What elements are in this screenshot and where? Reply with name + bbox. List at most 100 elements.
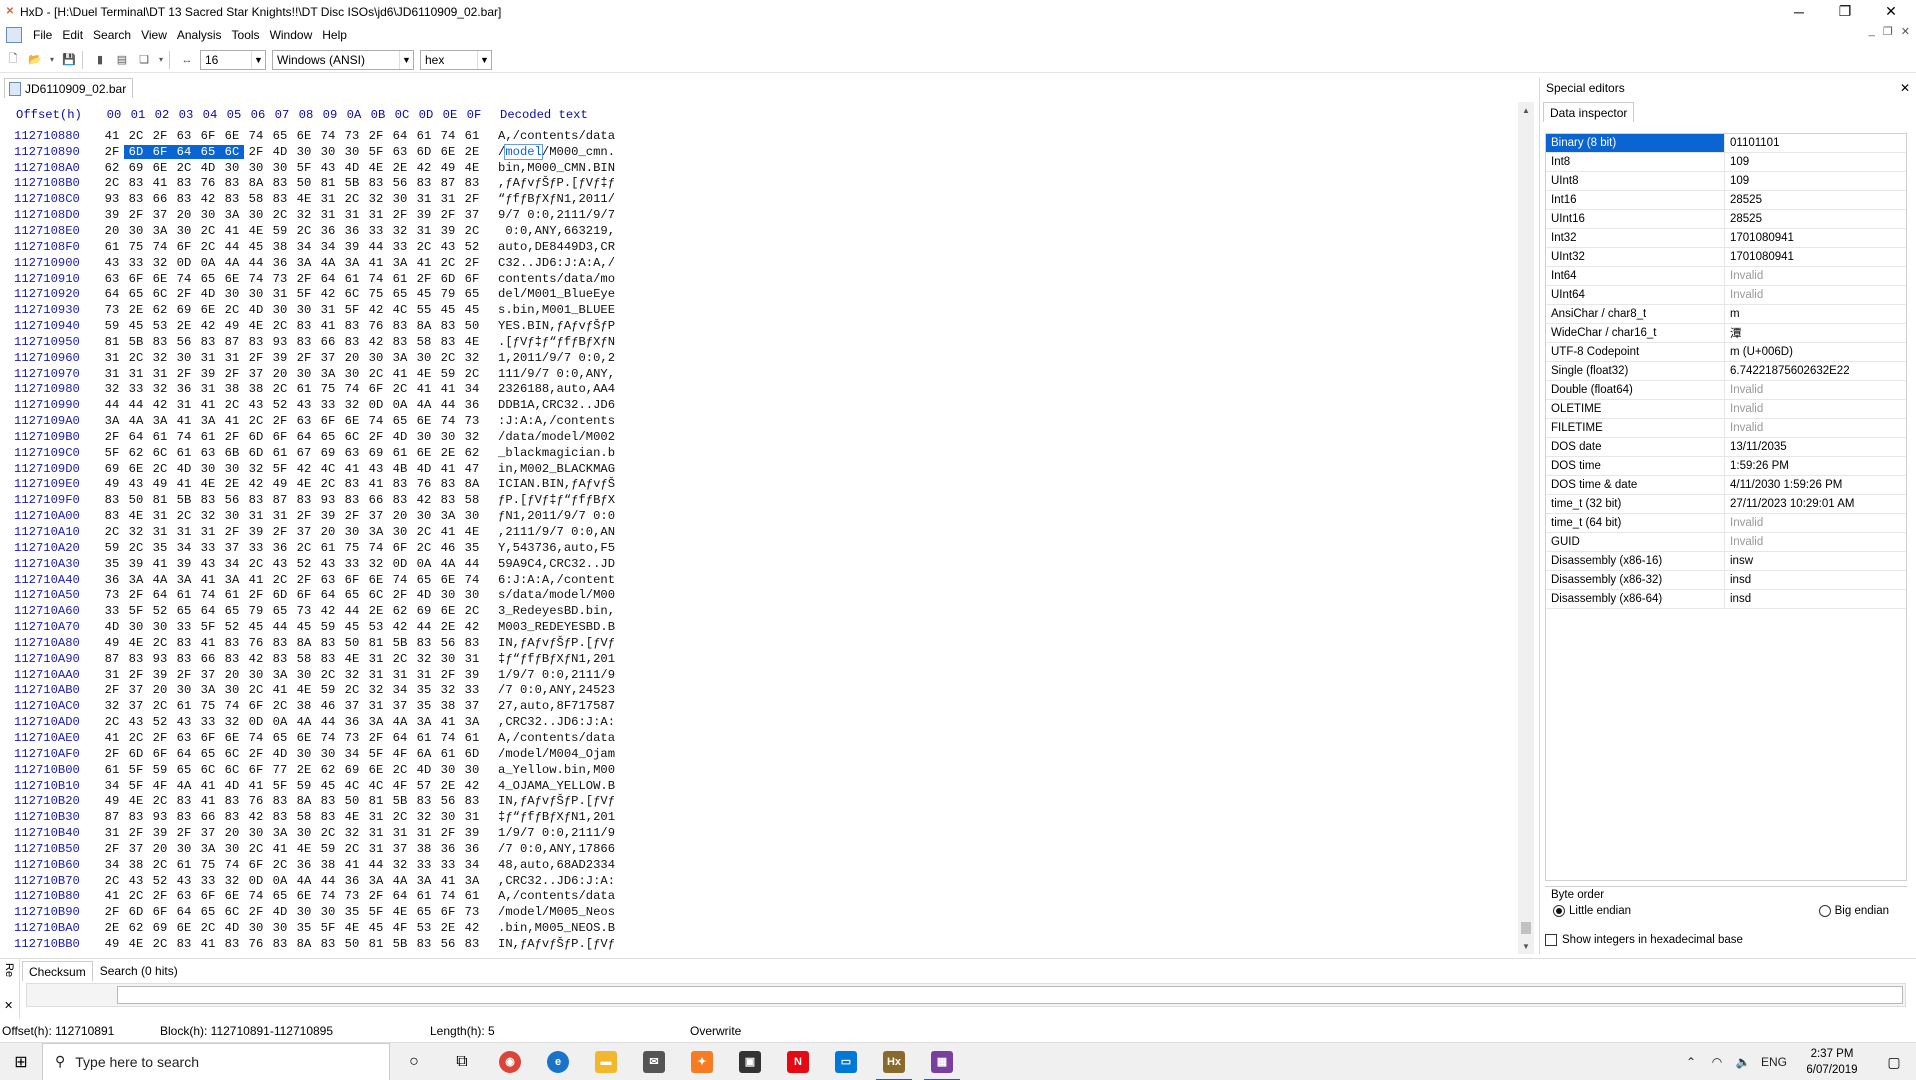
hex-byte[interactable]: 36 [460, 398, 484, 412]
hex-byte[interactable]: 2C [460, 604, 484, 618]
hex-byte[interactable]: 65 [412, 573, 436, 587]
hex-byte[interactable]: 49 [148, 477, 172, 491]
inspector-value[interactable]: 28525 [1725, 191, 1906, 209]
hex-byte[interactable]: 63 [316, 573, 340, 587]
hex-byte[interactable]: 6F [340, 573, 364, 587]
hex-byte[interactable]: 3A [100, 414, 124, 428]
hex-byte[interactable]: 4A [412, 398, 436, 412]
hex-byte[interactable]: 6E [220, 272, 244, 286]
hex-byte[interactable]: 69 [148, 921, 172, 935]
hex-byte[interactable]: 33 [196, 541, 220, 555]
hex-byte[interactable]: 76 [364, 319, 388, 333]
hex-byte[interactable]: 30 [292, 367, 316, 381]
offset-base-select[interactable]: hex ▼ [420, 49, 492, 70]
hex-byte[interactable]: 31 [460, 810, 484, 824]
hex-byte[interactable]: 83 [316, 794, 340, 808]
hex-byte[interactable]: 37 [244, 367, 268, 381]
hex-byte[interactable]: 74 [436, 889, 460, 903]
hex-byte[interactable]: 37 [364, 509, 388, 523]
hex-byte[interactable]: 36 [460, 842, 484, 856]
hex-byte[interactable]: 41 [196, 937, 220, 951]
hex-byte[interactable]: 30 [196, 462, 220, 476]
hex-byte[interactable]: 61 [172, 699, 196, 713]
hex-byte[interactable]: 2C [292, 541, 316, 555]
inspector-row[interactable]: UInt16 28525 [1546, 210, 1906, 229]
hex-byte[interactable]: 6C [196, 763, 220, 777]
hex-byte[interactable]: 37 [124, 842, 148, 856]
hex-byte[interactable]: 75 [340, 541, 364, 555]
hex-byte[interactable]: 2F [364, 430, 388, 444]
hex-byte[interactable]: 83 [316, 652, 340, 666]
minimize-button[interactable]: ─ [1776, 0, 1822, 23]
hex-byte[interactable]: 83 [196, 493, 220, 507]
ram-icon[interactable]: ▮ [91, 51, 109, 69]
hex-byte[interactable]: 3A [388, 256, 412, 270]
hex-byte[interactable]: 52 [220, 620, 244, 634]
hex-byte[interactable]: 83 [268, 652, 292, 666]
hex-byte[interactable]: 30 [220, 509, 244, 523]
hex-byte[interactable]: 83 [268, 794, 292, 808]
hex-byte[interactable]: 63 [340, 446, 364, 460]
hex-byte[interactable]: 62 [316, 763, 340, 777]
hex-byte[interactable]: 4E [412, 367, 436, 381]
hex-byte[interactable]: 3A [364, 874, 388, 888]
inspector-value[interactable]: m [1725, 305, 1906, 323]
hex-byte[interactable]: 2F [292, 509, 316, 523]
hex-byte[interactable]: 4E [124, 636, 148, 650]
hex-byte[interactable]: 73 [460, 414, 484, 428]
hex-byte[interactable]: 2C [100, 874, 124, 888]
inspector-value[interactable]: insw [1725, 552, 1906, 570]
hex-byte[interactable]: 65 [268, 731, 292, 745]
hex-byte[interactable]: 30 [412, 351, 436, 365]
hex-byte[interactable]: 61 [220, 588, 244, 602]
hex-byte[interactable]: 6D [124, 905, 148, 919]
hex-byte[interactable]: 43 [124, 477, 148, 491]
hex-byte[interactable]: 50 [340, 937, 364, 951]
hex-byte[interactable]: 30 [244, 668, 268, 682]
hex-byte[interactable]: 4E [244, 319, 268, 333]
hex-byte[interactable]: 83 [100, 493, 124, 507]
row-decoded-text[interactable]: 59A9C4,CRC32..JD [498, 557, 615, 571]
hex-byte[interactable]: 4D [220, 921, 244, 935]
hex-byte[interactable]: 74 [244, 272, 268, 286]
hex-byte[interactable]: 83 [340, 477, 364, 491]
hex-byte[interactable]: 32 [388, 858, 412, 872]
inspector-value[interactable]: 1:59:26 PM [1725, 457, 1906, 475]
hex-row[interactable]: 112710950 81 5B 83 56 83 87 83 93 83 66 83 42 83 58 83 4… [0, 334, 1500, 350]
hex-byte[interactable]: 2E [436, 779, 460, 793]
hex-row[interactable]: 112710B60 34 38 2C 61 75 74 6F 2C 36 38 41 44 32 33 33 3… [0, 857, 1500, 873]
hex-byte[interactable]: 0D [364, 398, 388, 412]
hex-byte[interactable]: 83 [172, 937, 196, 951]
hex-byte[interactable]: 33 [340, 557, 364, 571]
hex-byte[interactable]: 6E [436, 145, 460, 159]
open-dropdown-icon[interactable]: ▾ [48, 51, 56, 69]
hex-byte[interactable]: 31 [412, 668, 436, 682]
hex-byte[interactable]: 34 [460, 858, 484, 872]
hex-byte[interactable]: 30 [292, 905, 316, 919]
hex-byte[interactable]: 58 [292, 652, 316, 666]
hex-byte[interactable]: 93 [148, 652, 172, 666]
hex-byte[interactable]: 2F [100, 747, 124, 761]
hex-byte[interactable]: 32 [244, 462, 268, 476]
hex-byte[interactable]: 56 [388, 176, 412, 190]
menu-search[interactable]: Search [88, 28, 136, 42]
inspector-value[interactable]: insd [1725, 571, 1906, 589]
hex-byte[interactable]: 65 [268, 604, 292, 618]
inspector-row[interactable]: GUID Invalid [1546, 533, 1906, 552]
hex-byte[interactable]: 64 [316, 272, 340, 286]
hex-byte[interactable]: 2C [412, 541, 436, 555]
hex-byte[interactable]: 58 [244, 192, 268, 206]
row-decoded-text[interactable]: 48,auto,68AD2334 [498, 858, 615, 872]
inspector-value[interactable]: m (U+006D) [1725, 343, 1906, 361]
hex-byte[interactable]: 30 [436, 652, 460, 666]
hex-byte[interactable]: 37 [292, 525, 316, 539]
hex-byte[interactable]: 30 [292, 668, 316, 682]
hex-byte[interactable]: 56 [220, 493, 244, 507]
hex-byte[interactable]: 4E [340, 810, 364, 824]
hex-byte[interactable]: 58 [460, 493, 484, 507]
hex-byte[interactable]: 74 [436, 129, 460, 143]
row-decoded-text[interactable]: 1,2011/9/7 0:0,2 [498, 351, 615, 365]
inspector-value[interactable]: Invalid [1725, 267, 1906, 285]
hex-byte[interactable]: 2F [124, 826, 148, 840]
hex-byte[interactable]: 45 [460, 303, 484, 317]
